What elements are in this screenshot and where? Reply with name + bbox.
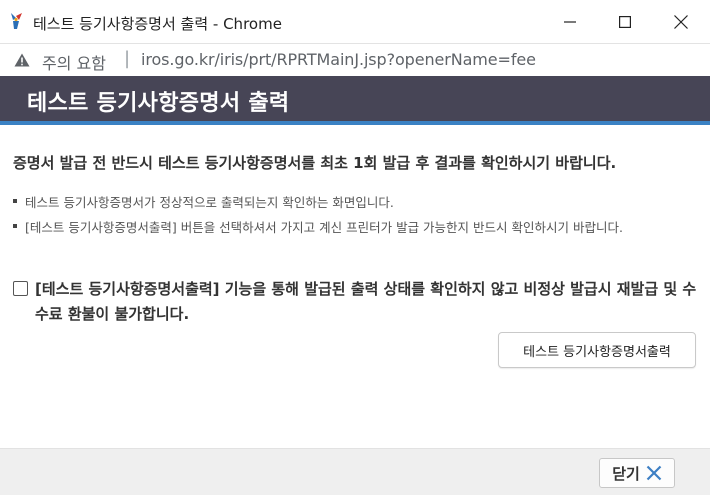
close-icon: [674, 14, 688, 29]
agree-checkbox-row[interactable]: [테스트 등기사항증명서출력] 기능을 통해 발급된 출력 상태를 확인하지 않…: [13, 277, 703, 327]
address-separator: |: [124, 48, 131, 69]
close-button[interactable]: 닫기: [599, 458, 675, 488]
footer-bar: 닫기: [0, 448, 710, 495]
maximize-button[interactable]: [597, 0, 653, 43]
window-title: 테스트 등기사항증명서 출력 - Chrome: [33, 15, 282, 33]
window-close-button[interactable]: [653, 0, 709, 43]
test-print-button[interactable]: 테스트 등기사항증명서출력: [498, 332, 696, 368]
page-title: 테스트 등기사항증명서 출력: [27, 91, 290, 116]
agree-label[interactable]: [테스트 등기사항증명서출력] 기능을 통해 발급된 출력 상태를 확인하지 않…: [13, 277, 703, 327]
notice-bullet: 테스트 등기사항증명서가 정상적으로 출력되는지 확인하는 화면입니다.: [13, 191, 703, 215]
security-warning-label[interactable]: 주의 요함: [42, 50, 106, 74]
main-notice: 증명서 발급 전 반드시 테스트 등기사항증명서를 최초 1회 발급 후 결과를…: [13, 154, 617, 172]
notice-bullet-text: [테스트 등기사항증명서출력] 버튼을 선택하셔서 가지고 계신 프린터가 발급…: [25, 220, 623, 235]
page-header: 테스트 등기사항증명서 출력: [0, 76, 710, 125]
notice-bullet-text: 테스트 등기사항증명서가 정상적으로 출력되는지 확인하는 화면입니다.: [25, 195, 394, 210]
agree-checkbox[interactable]: [13, 281, 28, 296]
close-x-icon: [646, 465, 662, 481]
maximize-icon: [619, 15, 631, 28]
url-text[interactable]: iros.go.kr/iris/prt/RPRTMainJ.jsp?opener…: [141, 50, 536, 69]
address-bar: 주의 요함 | iros.go.kr/iris/prt/RPRTMainJ.js…: [0, 44, 710, 76]
app-icon: [11, 13, 22, 29]
close-button-label: 닫기: [612, 464, 640, 483]
minimize-icon: [564, 20, 576, 23]
minimize-button[interactable]: [542, 0, 598, 43]
warning-icon[interactable]: [14, 53, 30, 67]
window-titlebar: 테스트 등기사항증명서 출력 - Chrome: [0, 0, 710, 44]
notice-bullet: [테스트 등기사항증명서출력] 버튼을 선택하셔서 가지고 계신 프린터가 발급…: [13, 216, 703, 240]
